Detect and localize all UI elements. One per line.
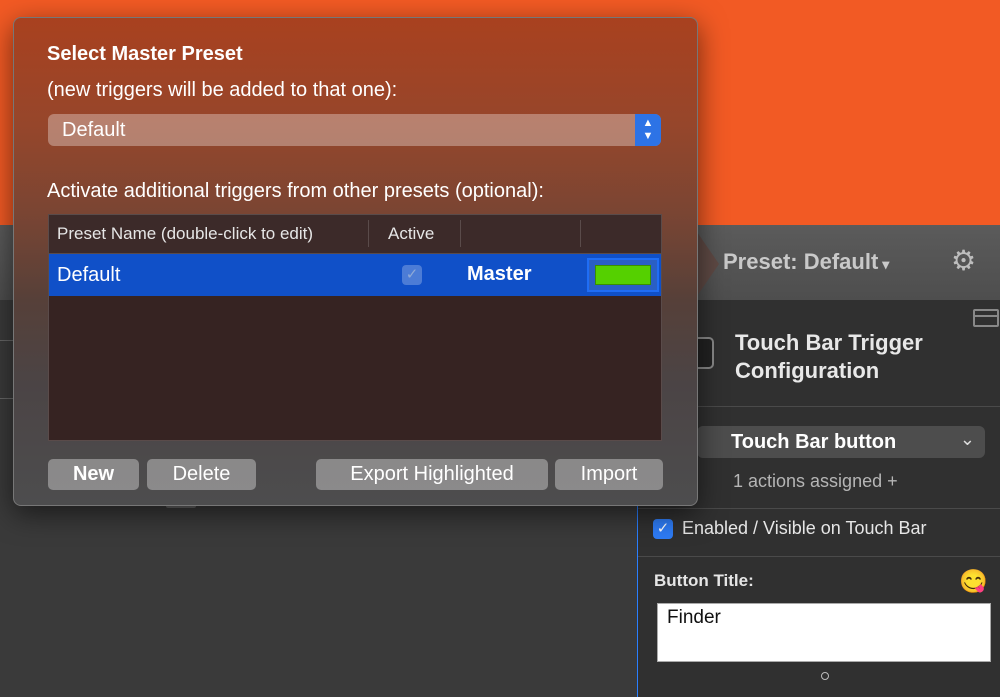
divider (0, 398, 14, 399)
additional-triggers-label: Activate additional triggers from other … (47, 180, 544, 202)
resize-handle[interactable] (821, 672, 829, 680)
select-stepper-icon: ▲ ▼ (635, 114, 661, 146)
table-header: Preset Name (double-click to edit) Activ… (49, 215, 661, 254)
actions-assigned-link[interactable]: 1 actions assigned + (733, 471, 898, 492)
enabled-checkbox[interactable]: ✓ (653, 518, 673, 539)
gear-icon[interactable]: ⚙ (951, 247, 976, 275)
column-divider (368, 220, 369, 247)
import-button[interactable]: Import (555, 459, 663, 490)
new-button[interactable]: New (48, 459, 139, 490)
preset-table: Preset Name (double-click to edit) Activ… (48, 214, 662, 441)
window-icon[interactable] (973, 309, 999, 327)
trigger-type-select[interactable]: Touch Bar button ⌄ (697, 426, 985, 458)
chevron-down-icon: ▾ (882, 256, 890, 272)
preset-name-cell[interactable]: Default (57, 264, 120, 287)
color-swatch[interactable] (595, 265, 651, 285)
preset-role-cell: Master (467, 263, 532, 285)
color-cell[interactable] (587, 258, 659, 292)
config-title: Touch Bar Trigger Configuration (735, 330, 923, 383)
master-preset-select[interactable]: Default ▲ ▼ (48, 114, 661, 146)
preset-dropdown[interactable]: Preset: Default ▾ (723, 249, 889, 275)
column-divider (460, 220, 461, 247)
divider (697, 406, 1000, 407)
chevron-down-icon: ⌄ (959, 429, 975, 449)
export-highlighted-button[interactable]: Export Highlighted (316, 459, 548, 490)
button-title-input[interactable]: Finder (657, 603, 991, 662)
popover-subtitle: (new triggers will be added to that one)… (47, 79, 398, 101)
divider (638, 508, 1000, 509)
preset-dropdown-label: Preset: Default (723, 249, 879, 274)
active-checkbox[interactable]: ✓ (402, 265, 422, 285)
delete-button[interactable]: Delete (147, 459, 256, 490)
divider (638, 556, 1000, 557)
table-row[interactable]: Default ✓ Master (49, 254, 661, 296)
emoji-picker-icon[interactable]: 😋 (959, 570, 988, 593)
enabled-label: Enabled / Visible on Touch Bar (682, 518, 927, 538)
popover-title: Select Master Preset (47, 43, 243, 65)
divider (0, 340, 14, 341)
master-preset-popover: Select Master Preset (new triggers will … (13, 17, 698, 506)
column-header-active[interactable]: Active (388, 224, 434, 244)
master-preset-value: Default (62, 119, 126, 141)
popover-arrow (697, 232, 719, 296)
button-title-label: Button Title: (654, 571, 754, 590)
column-divider (580, 220, 581, 247)
column-header-name[interactable]: Preset Name (double-click to edit) (57, 224, 313, 244)
enabled-row: ✓ Enabled / Visible on Touch Bar (653, 518, 927, 539)
trigger-type-value: Touch Bar button (731, 431, 897, 453)
